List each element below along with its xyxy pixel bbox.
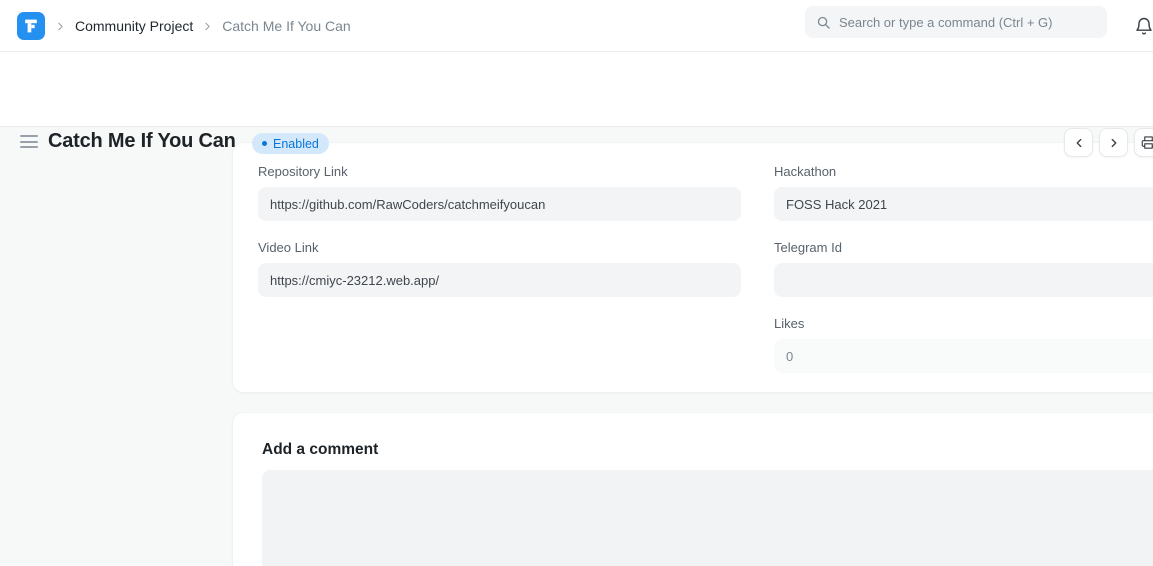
page-title: Catch Me If You Can — [48, 130, 236, 153]
page-head: Catch Me If You Can Enabled — [0, 52, 1153, 127]
field-likes: Likes — [774, 316, 1153, 373]
prev-document-button[interactable] — [1064, 128, 1093, 157]
field-label: Video Link — [258, 240, 741, 255]
chevron-left-icon — [1072, 136, 1086, 150]
field-label: Telegram Id — [774, 240, 1153, 255]
comments-section-card: Add a comment — [233, 413, 1153, 566]
breadcrumb: Community Project Catch Me If You Can — [54, 0, 351, 52]
comments-heading: Add a comment — [262, 441, 1153, 459]
repository-link-input[interactable] — [258, 187, 741, 221]
form-grid: Repository Link Video Link Hackathon Tel… — [258, 164, 1153, 392]
likes-value — [774, 339, 1153, 373]
video-link-input[interactable] — [258, 263, 741, 297]
form-section-card: Repository Link Video Link Hackathon Tel… — [233, 143, 1153, 392]
field-hackathon: Hackathon — [774, 164, 1153, 221]
sidebar-toggle-icon[interactable] — [20, 135, 38, 148]
chevron-right-icon — [1107, 136, 1121, 150]
chevron-right-icon — [54, 20, 67, 33]
print-button[interactable] — [1134, 128, 1153, 157]
telegram-id-input[interactable] — [774, 263, 1153, 297]
search-input[interactable] — [839, 15, 1096, 30]
field-video-link: Video Link — [258, 240, 741, 297]
status-badge-label: Enabled — [273, 137, 319, 151]
breadcrumb-current-doc[interactable]: Catch Me If You Can — [222, 18, 350, 34]
field-label: Likes — [774, 316, 1153, 331]
frappe-logo[interactable] — [17, 12, 45, 40]
comment-input[interactable] — [262, 470, 1153, 566]
breadcrumb-community-project[interactable]: Community Project — [75, 18, 193, 34]
form-column-right: Hackathon Telegram Id Likes — [774, 164, 1153, 392]
status-badge: Enabled — [252, 133, 329, 154]
printer-icon — [1141, 135, 1153, 150]
chevron-right-icon — [201, 20, 214, 33]
field-label: Repository Link — [258, 164, 741, 179]
search-icon — [816, 15, 831, 30]
global-search[interactable] — [805, 6, 1107, 38]
field-telegram-id: Telegram Id — [774, 240, 1153, 297]
form-column-left: Repository Link Video Link — [258, 164, 741, 392]
hackathon-input[interactable] — [774, 187, 1153, 221]
field-repository-link: Repository Link — [258, 164, 741, 221]
next-document-button[interactable] — [1099, 128, 1128, 157]
field-label: Hackathon — [774, 164, 1153, 179]
bell-icon[interactable] — [1134, 13, 1153, 39]
status-dot — [262, 141, 267, 146]
navbar: Community Project Catch Me If You Can — [0, 0, 1153, 52]
frappe-logo-glyph — [23, 18, 39, 34]
